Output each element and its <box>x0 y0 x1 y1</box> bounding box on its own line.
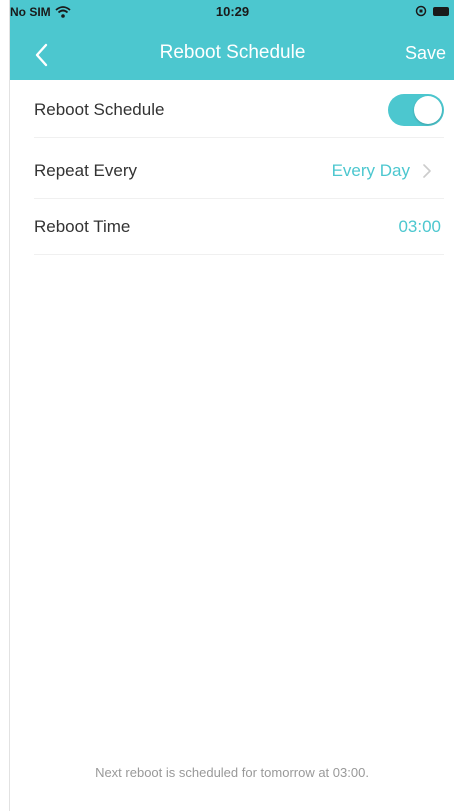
save-button[interactable]: Save <box>405 43 446 64</box>
row-right: 03:00 <box>398 217 444 237</box>
status-bar: No SIM 10:29 <box>10 0 454 24</box>
repeat-every-label: Repeat Every <box>34 160 137 180</box>
reboot-schedule-label: Reboot Schedule <box>34 99 165 119</box>
status-time: 10:29 <box>215 4 250 19</box>
reboot-time-label: Reboot Time <box>34 216 131 236</box>
next-reboot-note: Next reboot is scheduled for tomorrow at… <box>95 765 369 780</box>
battery-icon <box>433 6 449 16</box>
page-title: Reboot Schedule <box>159 42 306 63</box>
nav-bar: Reboot Schedule Save <box>10 28 454 80</box>
repeat-every-value: Every Day <box>331 160 410 180</box>
reboot-schedule-toggle[interactable] <box>388 93 444 126</box>
row-repeat-every[interactable]: Repeat Every Every Day <box>34 143 444 199</box>
app-screen: No SIM 10:29 Reboot Schedule Save Reboot… <box>9 0 454 811</box>
reboot-time-value: 03:00 <box>398 216 441 236</box>
header: No SIM 10:29 Reboot Schedule Save <box>10 0 454 80</box>
status-right <box>415 5 449 17</box>
rotation-lock-icon <box>415 5 427 17</box>
chevron-right-icon <box>423 163 431 178</box>
row-reboot-schedule: Reboot Schedule <box>34 82 444 138</box>
row-reboot-time[interactable]: Reboot Time 03:00 <box>34 199 444 255</box>
row-right <box>388 93 444 126</box>
row-right: Every Day <box>332 161 444 181</box>
toggle-knob <box>414 95 442 124</box>
